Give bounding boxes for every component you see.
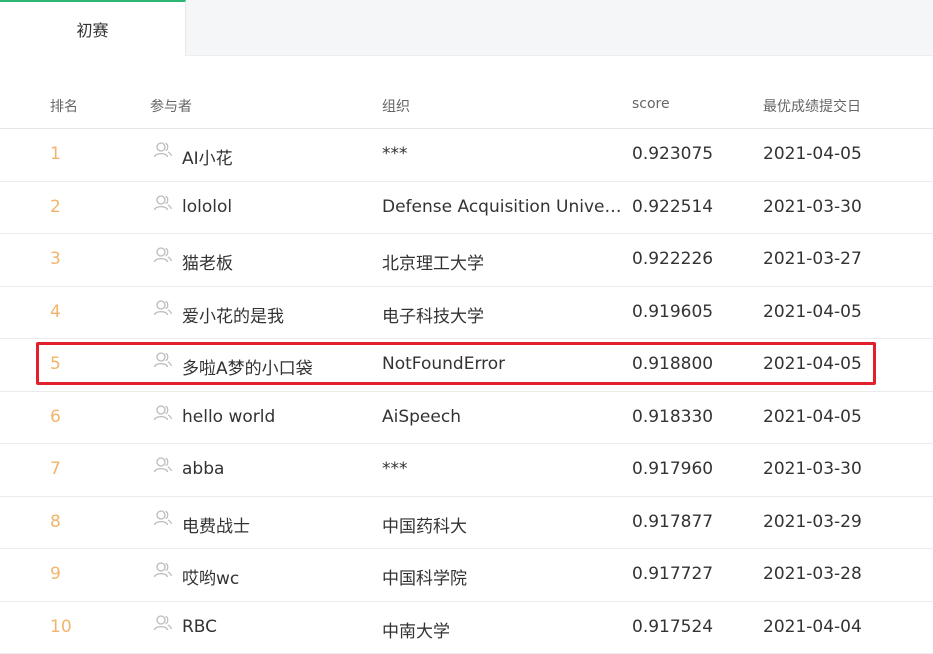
- score-cell: 0.918800: [632, 354, 713, 374]
- rank-cell: 7: [50, 459, 61, 479]
- leaderboard-table: 排名 参与者 组织 score 最优成绩提交日 1 AI小花 *** 0.923075…: [0, 80, 933, 654]
- user-icon: [153, 246, 173, 264]
- score-cell: 0.917877: [632, 512, 713, 532]
- participant-cell[interactable]: AI小花: [182, 144, 233, 169]
- score-cell: 0.917727: [632, 564, 713, 584]
- org-cell: NotFoundError: [382, 354, 505, 374]
- org-cell: 北京理工大学: [382, 249, 484, 274]
- score-cell: 0.917524: [632, 617, 713, 637]
- user-icon: [153, 561, 173, 579]
- date-cell: 2021-04-05: [763, 407, 862, 427]
- table-row: 5 多啦A梦的小口袋 NotFoundError 0.918800 2021-04-05: [0, 339, 933, 392]
- user-icon: [153, 141, 173, 159]
- rank-cell: 2: [50, 197, 61, 217]
- org-cell: 中国科学院: [382, 564, 467, 589]
- rank-cell: 3: [50, 249, 61, 269]
- user-icon: [153, 194, 173, 212]
- table-row: 3 猫老板 北京理工大学 0.922226 2021-03-27: [0, 234, 933, 287]
- rank-cell: 9: [50, 564, 61, 584]
- participant-cell[interactable]: 猫老板: [182, 249, 233, 274]
- date-cell: 2021-03-29: [763, 512, 862, 532]
- user-icon: [153, 456, 173, 474]
- org-cell: Defense Acquisition Univer...: [382, 197, 626, 217]
- date-cell: 2021-04-04: [763, 617, 862, 637]
- header-org: 组织: [382, 96, 410, 116]
- org-cell: 中国药科大: [382, 512, 467, 537]
- participant-cell[interactable]: 多啦A梦的小口袋: [182, 354, 313, 379]
- date-cell: 2021-03-28: [763, 564, 862, 584]
- org-cell: ***: [382, 459, 408, 479]
- score-cell: 0.923075: [632, 144, 713, 164]
- table-body: 1 AI小花 *** 0.923075 2021-04-05 2 lololol Defens…: [0, 129, 933, 654]
- table-header: 排名 参与者 组织 score 最优成绩提交日: [0, 80, 933, 129]
- org-cell: 中南大学: [382, 617, 450, 642]
- tab-label: 初赛: [76, 17, 108, 41]
- header-date: 最优成绩提交日: [763, 96, 861, 116]
- tab-preliminary[interactable]: 初赛: [0, 0, 186, 56]
- table-row: 1 AI小花 *** 0.923075 2021-04-05: [0, 129, 933, 182]
- header-rank: 排名: [50, 96, 78, 116]
- org-cell: AiSpeech: [382, 407, 461, 427]
- table-row: 10 RBC 中南大学 0.917524 2021-04-04: [0, 602, 933, 654]
- date-cell: 2021-03-27: [763, 249, 862, 269]
- rank-cell: 4: [50, 302, 61, 322]
- participant-cell[interactable]: 爱小花的是我: [182, 302, 284, 327]
- participant-cell[interactable]: 电费战士: [182, 512, 250, 537]
- participant-cell[interactable]: abba: [182, 459, 224, 479]
- table-row: 2 lololol Defense Acquisition Univer... 0.9…: [0, 182, 933, 235]
- rank-cell: 5: [50, 354, 61, 374]
- table-row: 4 爱小花的是我 电子科技大学 0.919605 2021-04-05: [0, 287, 933, 340]
- score-cell: 0.922514: [632, 197, 713, 217]
- date-cell: 2021-03-30: [763, 459, 862, 479]
- date-cell: 2021-03-30: [763, 197, 862, 217]
- org-cell: 电子科技大学: [382, 302, 484, 327]
- table-row: 6 hello world AiSpeech 0.918330 2021-04-05: [0, 392, 933, 445]
- header-score: score: [632, 96, 670, 112]
- score-cell: 0.922226: [632, 249, 713, 269]
- rank-cell: 8: [50, 512, 61, 532]
- date-cell: 2021-04-05: [763, 354, 862, 374]
- date-cell: 2021-04-05: [763, 144, 862, 164]
- participant-cell[interactable]: lololol: [182, 197, 232, 217]
- user-icon: [153, 509, 173, 527]
- user-icon: [153, 299, 173, 317]
- user-icon: [153, 404, 173, 422]
- score-cell: 0.919605: [632, 302, 713, 322]
- participant-cell[interactable]: 哎哟wc: [182, 564, 239, 589]
- rank-cell: 6: [50, 407, 61, 427]
- date-cell: 2021-04-05: [763, 302, 862, 322]
- tab-bar: 初赛: [0, 0, 933, 56]
- rank-cell: 1: [50, 144, 61, 164]
- participant-cell[interactable]: RBC: [182, 617, 217, 637]
- score-cell: 0.918330: [632, 407, 713, 427]
- table-row: 7 abba *** 0.917960 2021-03-30: [0, 444, 933, 497]
- org-cell: ***: [382, 144, 408, 164]
- participant-cell[interactable]: hello world: [182, 407, 275, 427]
- user-icon: [153, 614, 173, 632]
- score-cell: 0.917960: [632, 459, 713, 479]
- header-participant: 参与者: [150, 96, 192, 116]
- table-row: 9 哎哟wc 中国科学院 0.917727 2021-03-28: [0, 549, 933, 602]
- rank-cell: 10: [50, 617, 72, 637]
- table-row: 8 电费战士 中国药科大 0.917877 2021-03-29: [0, 497, 933, 550]
- user-icon: [153, 351, 173, 369]
